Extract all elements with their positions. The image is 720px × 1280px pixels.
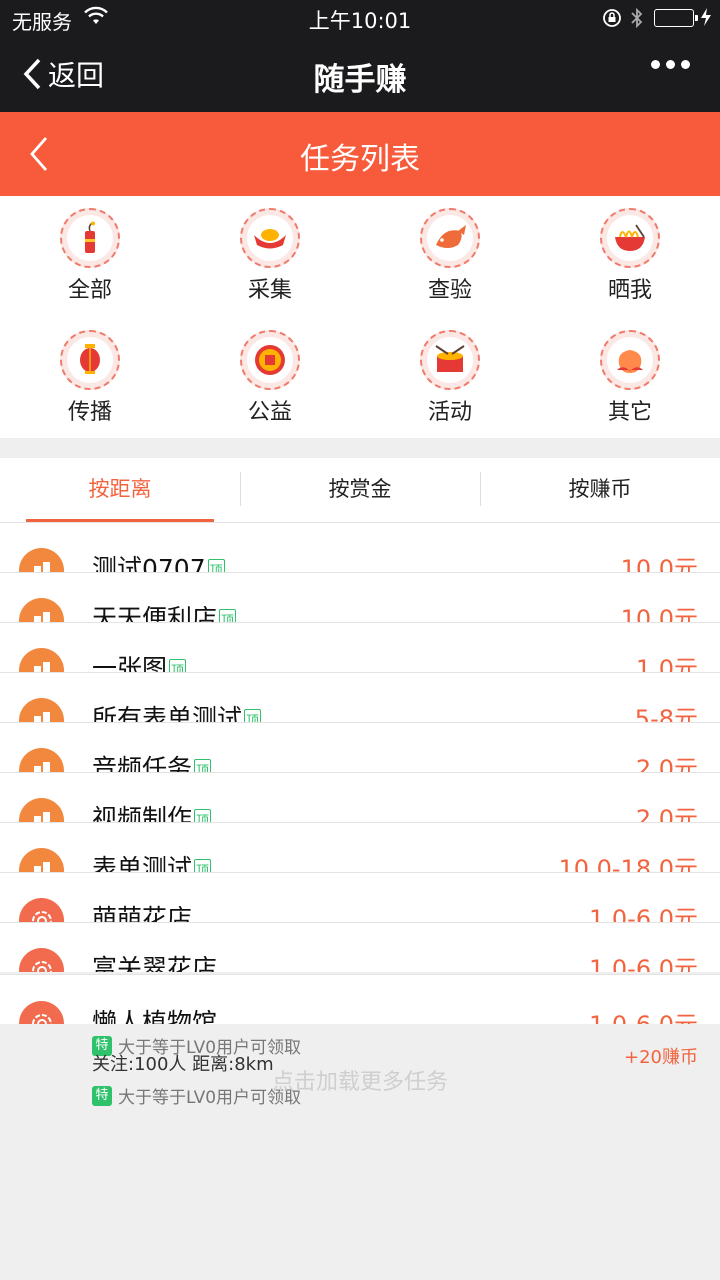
task-price: 1.0元 [635, 655, 698, 672]
page-title: 任务列表 [300, 142, 420, 177]
task-name: 一张图 [92, 654, 168, 672]
task-item[interactable]: 一张图顶 1.0元 [0, 622, 720, 672]
task-price: 5-8元 [634, 705, 698, 722]
drum-icon [435, 345, 465, 372]
category-activity[interactable]: 活动 [360, 318, 540, 436]
category-label: 活动 [427, 400, 472, 425]
category-show-me[interactable]: 晒我 [540, 196, 720, 314]
task-name: 懒人植物馆 [92, 1008, 218, 1024]
flower-icon [19, 898, 64, 922]
task-name: 视频制作 [92, 804, 193, 822]
category-inspect[interactable]: 查验 [360, 196, 540, 314]
status-bar: 无服务 上午10:01 [0, 0, 720, 36]
noodle-bowl-icon [615, 224, 645, 251]
app-title: 随手赚 [313, 62, 407, 98]
fish-icon [436, 225, 466, 248]
task-price: 10.0元 [620, 605, 698, 622]
load-more-button[interactable]: 点击加载更多任务 [0, 1064, 720, 1096]
task-price: 10.0元 [620, 555, 698, 572]
category-label: 全部 [67, 278, 112, 303]
firecracker-icon [85, 221, 95, 253]
lock-rotation-icon [602, 8, 622, 32]
category-label: 其它 [607, 400, 652, 425]
category-grid: 全部 采集 查验 晒我 传播 公益 活动 其它 [0, 196, 720, 438]
task-item[interactable]: 测试0707 顶 10.0元 [0, 522, 720, 572]
top-tag: 顶 [219, 609, 237, 622]
category-spread[interactable]: 传播 [0, 318, 180, 436]
page-header: 任务列表 [0, 112, 720, 196]
task-price: 1.0-6.0元 [589, 955, 698, 972]
task-item[interactable]: 懒人植物馆 1.0-6.0元 [0, 974, 720, 1024]
task-name: 所有表单测试 [92, 704, 243, 722]
category-collect[interactable]: 采集 [180, 196, 360, 314]
tab-by-distance[interactable]: 按距离 [0, 458, 240, 522]
category-label: 公益 [247, 400, 292, 425]
task-price: 1.0-6.0元 [589, 1005, 698, 1024]
top-tag: 顶 [244, 709, 262, 722]
top-tag: 顶 [207, 559, 225, 572]
building-icon [19, 648, 64, 672]
task-price: 10.0-18.0元 [558, 855, 698, 872]
category-label: 传播 [67, 400, 112, 425]
top-tag: 顶 [194, 809, 212, 822]
task-price: 2.0元 [635, 805, 698, 822]
task-name: 富关翠花店 [92, 954, 218, 972]
task-name: 音频任务 [92, 754, 193, 772]
category-all[interactable]: 全部 [0, 196, 180, 314]
task-item[interactable]: 视频制作顶 2.0元 [0, 772, 720, 822]
task-item[interactable]: 音频任务顶 2.0元 [0, 722, 720, 772]
flower-icon [19, 948, 64, 972]
sort-tabs: 按距离 按赏金 按赚币 [0, 458, 720, 522]
building-icon [19, 598, 64, 622]
task-item[interactable]: 所有表单测试顶 5-8元 [0, 672, 720, 722]
building-icon [19, 748, 64, 772]
more-menu-icon[interactable] [651, 60, 690, 69]
tab-by-reward[interactable]: 按赏金 [240, 458, 480, 522]
category-label: 查验 [427, 278, 472, 303]
task-item[interactable]: 富关翠花店 1.0-6.0元 [0, 922, 720, 972]
category-charity[interactable]: 公益 [180, 318, 360, 436]
bluetooth-icon [630, 7, 644, 33]
category-label: 采集 [247, 278, 292, 303]
task-name: 天天便利店 [92, 604, 218, 622]
peach-icon [617, 350, 643, 373]
task-name: 表单测试 [92, 854, 193, 872]
coin-icon [255, 345, 285, 375]
building-icon [19, 698, 64, 722]
flower-icon [19, 1001, 64, 1024]
charging-icon [700, 7, 712, 31]
battery-icon [654, 9, 698, 27]
task-price: 2.0元 [635, 755, 698, 772]
building-icon [19, 848, 64, 872]
top-tag: 顶 [194, 859, 212, 872]
gold-ingot-icon [254, 229, 286, 249]
task-item[interactable]: 天天便利店顶 10.0元 [0, 572, 720, 622]
task-price: 1.0-6.0元 [589, 905, 698, 922]
lantern-icon [80, 344, 100, 374]
building-icon [19, 548, 64, 572]
wechat-nav-bar: 返回 随手赚 [0, 36, 720, 112]
category-other[interactable]: 其它 [540, 318, 720, 436]
task-item[interactable]: 萌萌花店 1.0-6.0元 [0, 872, 720, 922]
tab-by-coins[interactable]: 按赚币 [480, 458, 720, 522]
building-icon [19, 798, 64, 822]
category-label: 晒我 [607, 278, 652, 303]
top-tag: 顶 [194, 759, 212, 772]
task-item[interactable]: 表单测试顶 10.0-18.0元 [0, 822, 720, 872]
top-tag: 顶 [169, 659, 187, 672]
task-name: 萌萌花店 [92, 904, 193, 922]
task-name: 测试0707 [92, 554, 206, 572]
